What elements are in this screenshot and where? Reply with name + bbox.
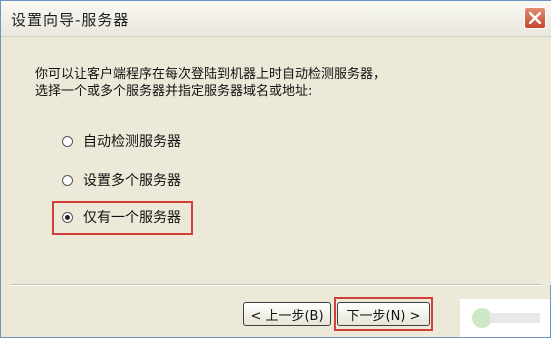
wizard-dialog: 设置向导-服务器 你可以让客户端程序在每次登陆到机器上时自动检测服务器， 选择一… xyxy=(0,0,551,338)
option-auto-detect-label: 自动检测服务器 xyxy=(83,134,181,150)
dialog-content: 你可以让客户端程序在每次登陆到机器上时自动检测服务器， 选择一个或多个服务器并指… xyxy=(1,37,551,285)
close-button[interactable] xyxy=(524,7,546,29)
highlight-box-next-button xyxy=(334,297,433,331)
option-auto-detect[interactable]: 自动检测服务器 xyxy=(62,127,181,155)
option-multiple-servers[interactable]: 设置多个服务器 xyxy=(62,166,181,194)
description-text: 你可以让客户端程序在每次登陆到机器上时自动检测服务器， 选择一个或多个服务器并指… xyxy=(35,67,387,99)
window-title: 设置向导-服务器 xyxy=(11,11,130,29)
footer-divider xyxy=(11,284,541,286)
option-multiple-servers-label: 设置多个服务器 xyxy=(83,173,181,189)
back-button[interactable]: < 上一步(B) xyxy=(243,302,331,326)
title-bar: 设置向导-服务器 xyxy=(1,1,551,37)
watermark-logo xyxy=(460,299,550,337)
radio-auto-detect[interactable] xyxy=(62,135,73,147)
close-icon xyxy=(529,12,541,24)
highlight-box-single-server xyxy=(52,201,193,235)
radio-multiple-servers[interactable] xyxy=(62,174,73,186)
